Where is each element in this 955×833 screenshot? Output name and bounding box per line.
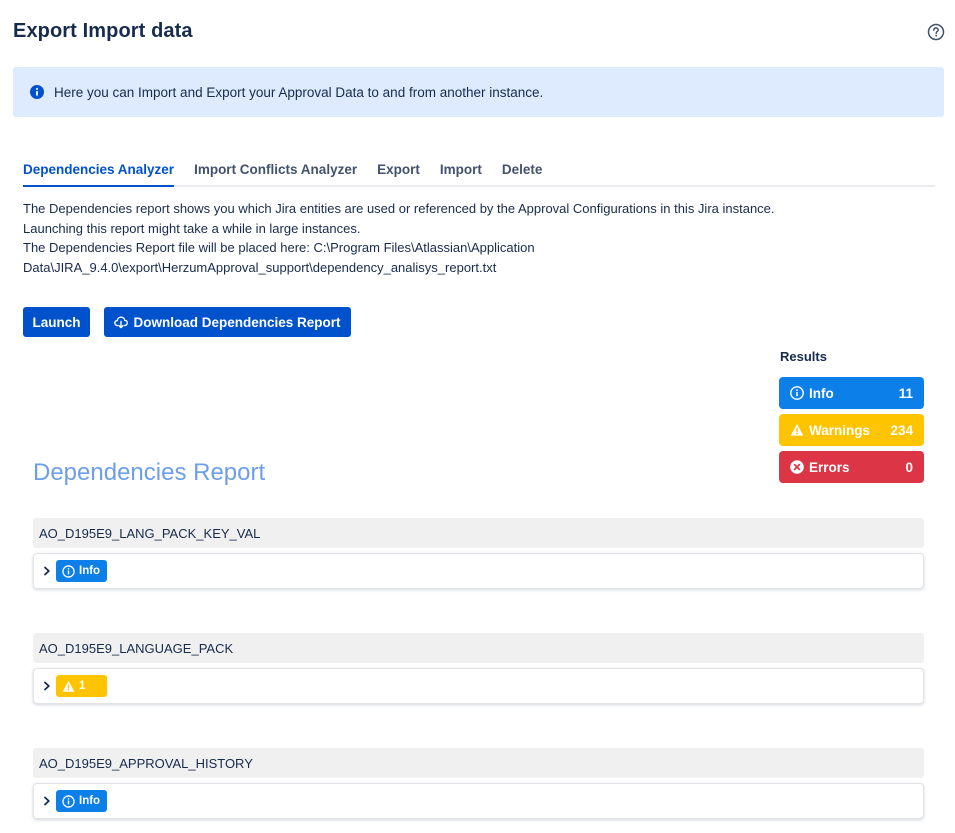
info-circle-icon: [62, 564, 75, 578]
report-section-header: AO_D195E9_LANG_PACK_KEY_VAL: [33, 518, 924, 548]
description-line: The Dependencies report shows you which …: [23, 201, 775, 216]
results-errors-count: 0: [905, 459, 913, 475]
results-info-label: Info: [809, 385, 834, 401]
results-errors-label: Errors: [809, 459, 850, 475]
results-errors-badge[interactable]: Errors 0: [779, 451, 924, 483]
results-info-count: 11: [898, 385, 913, 401]
report-section-row[interactable]: Info: [33, 783, 924, 819]
report-section-header: AO_D195E9_APPROVAL_HISTORY: [33, 748, 924, 778]
download-button-label: Download Dependencies Report: [133, 314, 341, 330]
tab-bar: Dependencies Analyzer Import Conflicts A…: [23, 162, 935, 187]
info-circle-icon: [790, 386, 804, 400]
tab-export[interactable]: Export: [377, 162, 420, 185]
description-line: Data\JIRA_9.4.0\export\HerzumApproval_su…: [23, 259, 497, 275]
description-line: Launching this report might take a while…: [23, 220, 361, 236]
section-info-badge: Info: [56, 560, 107, 582]
section-badge-label: Info: [79, 565, 101, 577]
tab-dependencies-analyzer[interactable]: Dependencies Analyzer: [23, 162, 175, 187]
report-section-row[interactable]: Info: [33, 553, 924, 589]
section-info-badge: Info: [56, 790, 107, 812]
results-warnings-badge[interactable]: Warnings 234: [779, 414, 924, 446]
chevron-right-icon[interactable]: [42, 681, 52, 691]
report-title: Dependencies Report: [33, 459, 266, 486]
info-banner: Here you can Import and Export your Appr…: [13, 67, 944, 117]
download-report-button[interactable]: Download Dependencies Report: [104, 307, 351, 337]
report-section-header: AO_D195E9_LANGUAGE_PACK: [33, 633, 924, 663]
section-badge-label: Info: [79, 795, 101, 807]
warning-triangle-icon: [62, 680, 75, 692]
cloud-download-icon: [114, 316, 129, 329]
tab-description: The Dependencies report shows you which …: [23, 199, 903, 277]
description-line: The Dependencies Report file will be pla…: [23, 240, 535, 255]
section-badge-label: 1: [79, 680, 86, 692]
info-circle-icon: [30, 85, 44, 99]
results-warnings-count: 234: [890, 422, 913, 438]
chevron-right-icon[interactable]: [42, 566, 52, 576]
chevron-right-icon[interactable]: [42, 796, 52, 806]
results-warnings-label: Warnings: [809, 422, 871, 438]
results-info-badge[interactable]: Info 11: [779, 377, 924, 409]
tab-import-conflicts-analyzer[interactable]: Import Conflicts Analyzer: [194, 162, 357, 185]
launch-button[interactable]: Launch: [23, 307, 90, 337]
help-icon[interactable]: [927, 23, 945, 41]
banner-text: Here you can Import and Export your Appr…: [54, 84, 544, 100]
warning-triangle-icon: [790, 424, 804, 436]
info-circle-icon: [62, 794, 75, 808]
tab-import[interactable]: Import: [440, 162, 482, 185]
x-circle-icon: [790, 460, 804, 474]
results-label: Results: [780, 349, 827, 364]
report-section-row[interactable]: 1: [33, 668, 924, 704]
section-warning-badge: 1: [56, 675, 107, 697]
page-title: Export Import data: [13, 20, 193, 42]
tab-delete[interactable]: Delete: [502, 162, 543, 185]
